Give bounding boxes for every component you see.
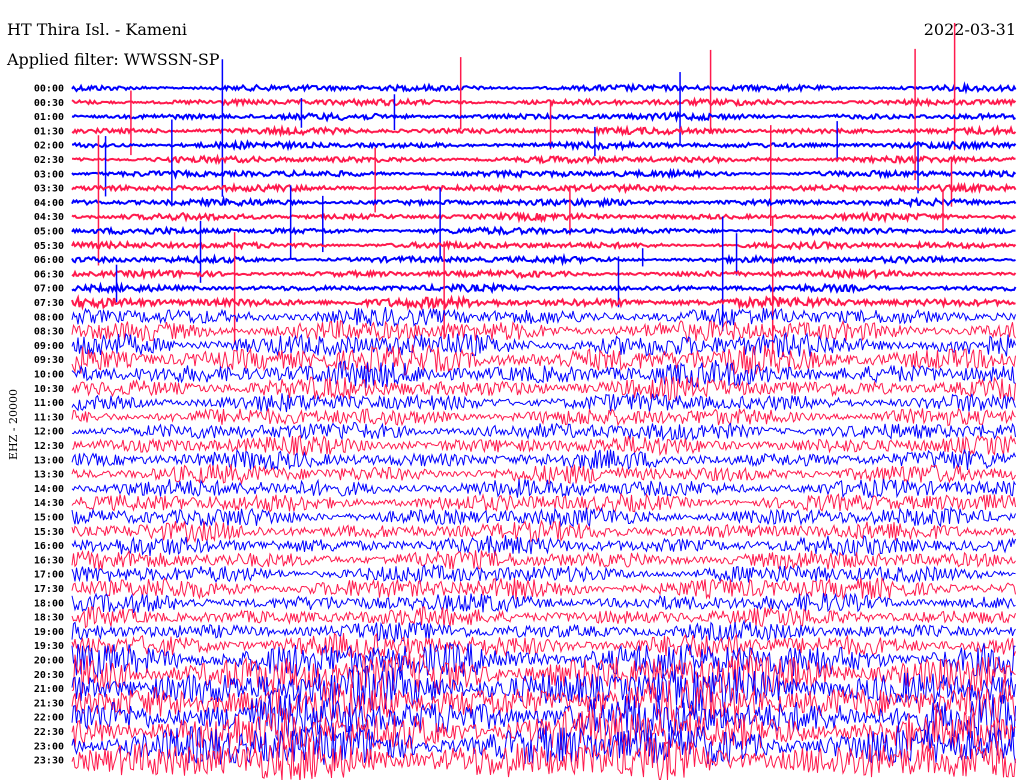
trace-row bbox=[71, 407, 1016, 427]
row-time-label: 02:30 bbox=[34, 155, 64, 166]
row-time-label: 15:00 bbox=[34, 513, 64, 524]
row-time-label: 18:30 bbox=[34, 613, 64, 624]
row-time-label: 01:30 bbox=[34, 126, 64, 137]
trace-row bbox=[71, 549, 1016, 571]
trace-row bbox=[71, 267, 1017, 281]
trace-row bbox=[71, 294, 1016, 312]
row-time-label: 03:30 bbox=[34, 184, 64, 195]
trace-row bbox=[71, 619, 1016, 643]
trace-row bbox=[71, 239, 1017, 251]
trace-row bbox=[71, 252, 1016, 267]
helicorder-plot: HT Thira Isl. - Kameni Applied filter: W… bbox=[0, 0, 1024, 780]
row-time-label: 15:30 bbox=[34, 527, 64, 538]
trace-row bbox=[71, 632, 1016, 660]
row-time-label: 07:00 bbox=[34, 284, 64, 295]
trace-row bbox=[71, 153, 1016, 166]
row-time-label: 07:30 bbox=[34, 298, 64, 309]
row-time-label: 11:00 bbox=[34, 398, 64, 409]
row-time-label: 21:30 bbox=[34, 698, 64, 709]
trace-row bbox=[71, 167, 1017, 180]
row-time-label: 05:00 bbox=[34, 227, 64, 238]
row-time-label: 22:30 bbox=[34, 727, 64, 738]
row-time-label: 19:30 bbox=[34, 641, 64, 652]
trace-row bbox=[71, 492, 1016, 513]
trace-row bbox=[71, 391, 1016, 413]
row-time-label: 17:00 bbox=[34, 570, 64, 581]
trace-row bbox=[71, 563, 1016, 585]
row-time-label: 03:00 bbox=[34, 169, 64, 180]
trace-row bbox=[71, 434, 1016, 457]
trace-row bbox=[71, 505, 1016, 528]
row-time-label: 19:00 bbox=[34, 627, 64, 638]
row-time-label: 00:00 bbox=[34, 84, 64, 95]
trace-row bbox=[71, 225, 1016, 237]
row-time-label: 10:30 bbox=[34, 384, 64, 395]
row-time-label: 13:30 bbox=[34, 470, 64, 481]
row-time-label: 20:00 bbox=[34, 656, 64, 667]
trace-row bbox=[71, 478, 1016, 499]
trace-row bbox=[71, 281, 1017, 295]
trace-row bbox=[71, 110, 1016, 123]
row-time-label: 04:00 bbox=[34, 198, 64, 209]
row-time-label: 05:30 bbox=[34, 241, 64, 252]
row-time-label: 09:00 bbox=[34, 341, 64, 352]
row-time-label: 01:00 bbox=[34, 112, 64, 123]
row-time-label: 23:00 bbox=[34, 741, 64, 752]
trace-row bbox=[71, 519, 1016, 544]
row-time-label: 02:00 bbox=[34, 141, 64, 152]
trace-row bbox=[71, 606, 1016, 629]
row-time-label: 10:00 bbox=[34, 370, 64, 381]
row-time-label: 11:30 bbox=[34, 412, 64, 423]
trace-row bbox=[71, 332, 1016, 358]
row-time-label: 12:00 bbox=[34, 427, 64, 438]
trace-row bbox=[71, 181, 1017, 195]
row-time-label: 13:00 bbox=[34, 455, 64, 466]
row-time-label: 16:30 bbox=[34, 555, 64, 566]
row-time-label: 16:00 bbox=[34, 541, 64, 552]
trace-row bbox=[71, 195, 1017, 209]
trace-row bbox=[71, 210, 1017, 224]
row-time-label: 17:30 bbox=[34, 584, 64, 595]
row-time-label: 12:30 bbox=[34, 441, 64, 452]
row-time-label: 09:30 bbox=[34, 355, 64, 366]
trace-row bbox=[71, 96, 1017, 108]
row-time-label: 06:30 bbox=[34, 269, 64, 280]
row-time-label: 08:30 bbox=[34, 327, 64, 338]
trace-row bbox=[71, 576, 1016, 601]
trace-row bbox=[71, 81, 1017, 95]
trace-area: 00:00 00:30 01:00 01:30 02:00 02:30 03:00 03:30… bbox=[34, 22, 1017, 780]
row-time-label: 22:00 bbox=[34, 713, 64, 724]
row-time-label: 08:00 bbox=[34, 312, 64, 323]
row-time-label: 18:00 bbox=[34, 598, 64, 609]
row-time-label: 20:30 bbox=[34, 670, 64, 681]
row-time-label: 23:30 bbox=[34, 756, 64, 767]
row-time-label: 14:00 bbox=[34, 484, 64, 495]
trace-row bbox=[71, 138, 1017, 152]
trace-row bbox=[71, 421, 1016, 443]
row-time-label: 14:30 bbox=[34, 498, 64, 509]
row-time-label: 06:00 bbox=[34, 255, 64, 266]
trace-row bbox=[71, 319, 1016, 343]
row-time-label: 21:00 bbox=[34, 684, 64, 695]
trace-row bbox=[71, 376, 1016, 402]
trace-row bbox=[71, 124, 1017, 138]
row-time-label: 00:30 bbox=[34, 98, 64, 109]
row-time-label: 04:30 bbox=[34, 212, 64, 223]
